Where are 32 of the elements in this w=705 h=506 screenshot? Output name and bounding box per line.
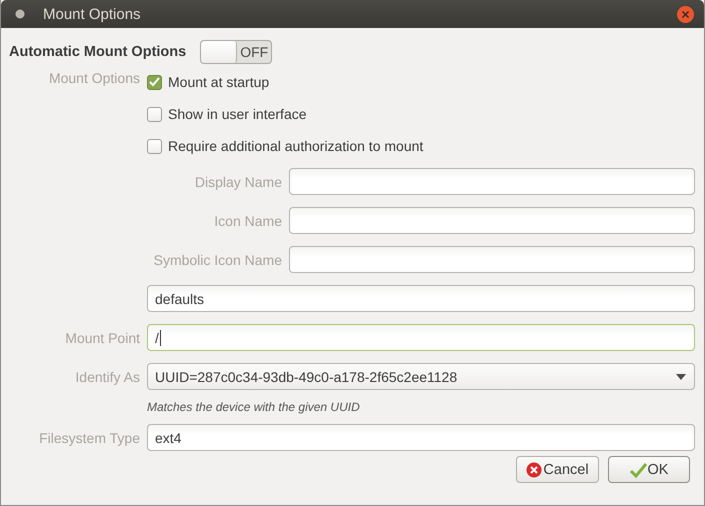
hint-text: Matches the device with the given UUID: [147, 400, 361, 414]
checkbox-label: Show in user interface: [168, 106, 307, 122]
checkbox-label: Require additional authorization to mount: [168, 138, 424, 154]
field-label: Mount Options: [48, 70, 140, 86]
field-label: Display Name: [194, 174, 282, 190]
toggle-switch[interactable]: OFF: [200, 40, 272, 64]
field-label: Mount Point: [64, 330, 140, 346]
dropdown-arrow-icon: [676, 374, 686, 380]
checkbox[interactable]: [147, 138, 162, 154]
field-label: Identify As: [74, 368, 140, 384]
window-menu-icon[interactable]: [15, 9, 25, 19]
field-label: Icon Name: [213, 212, 282, 228]
input-field[interactable]: ext4: [147, 424, 695, 451]
input-field[interactable]: [289, 168, 695, 195]
close-icon: [681, 10, 690, 18]
section-heading: Automatic Mount Options: [9, 44, 186, 60]
input-field[interactable]: /: [147, 324, 695, 351]
input-field[interactable]: [289, 246, 695, 273]
checkbox[interactable]: [147, 74, 162, 90]
checkbox-label: Mount at startup: [168, 74, 270, 90]
field-label: Filesystem Type: [38, 430, 140, 446]
cancel-button[interactable]: Cancel: [516, 456, 599, 483]
dropdown[interactable]: UUID=287c0c34-93db-49c0-a178-2f65c2ee1128: [147, 363, 695, 390]
window-title: Mount Options: [43, 6, 142, 22]
field-label: Symbolic Icon Name: [152, 252, 282, 268]
input-field[interactable]: [289, 207, 695, 234]
ok-button[interactable]: OK: [608, 456, 690, 483]
checkbox[interactable]: [147, 106, 162, 122]
checkmark-icon: [630, 462, 647, 478]
input-field[interactable]: defaults: [147, 285, 695, 312]
close-button[interactable]: [677, 6, 694, 22]
cancel-icon: [526, 462, 542, 478]
